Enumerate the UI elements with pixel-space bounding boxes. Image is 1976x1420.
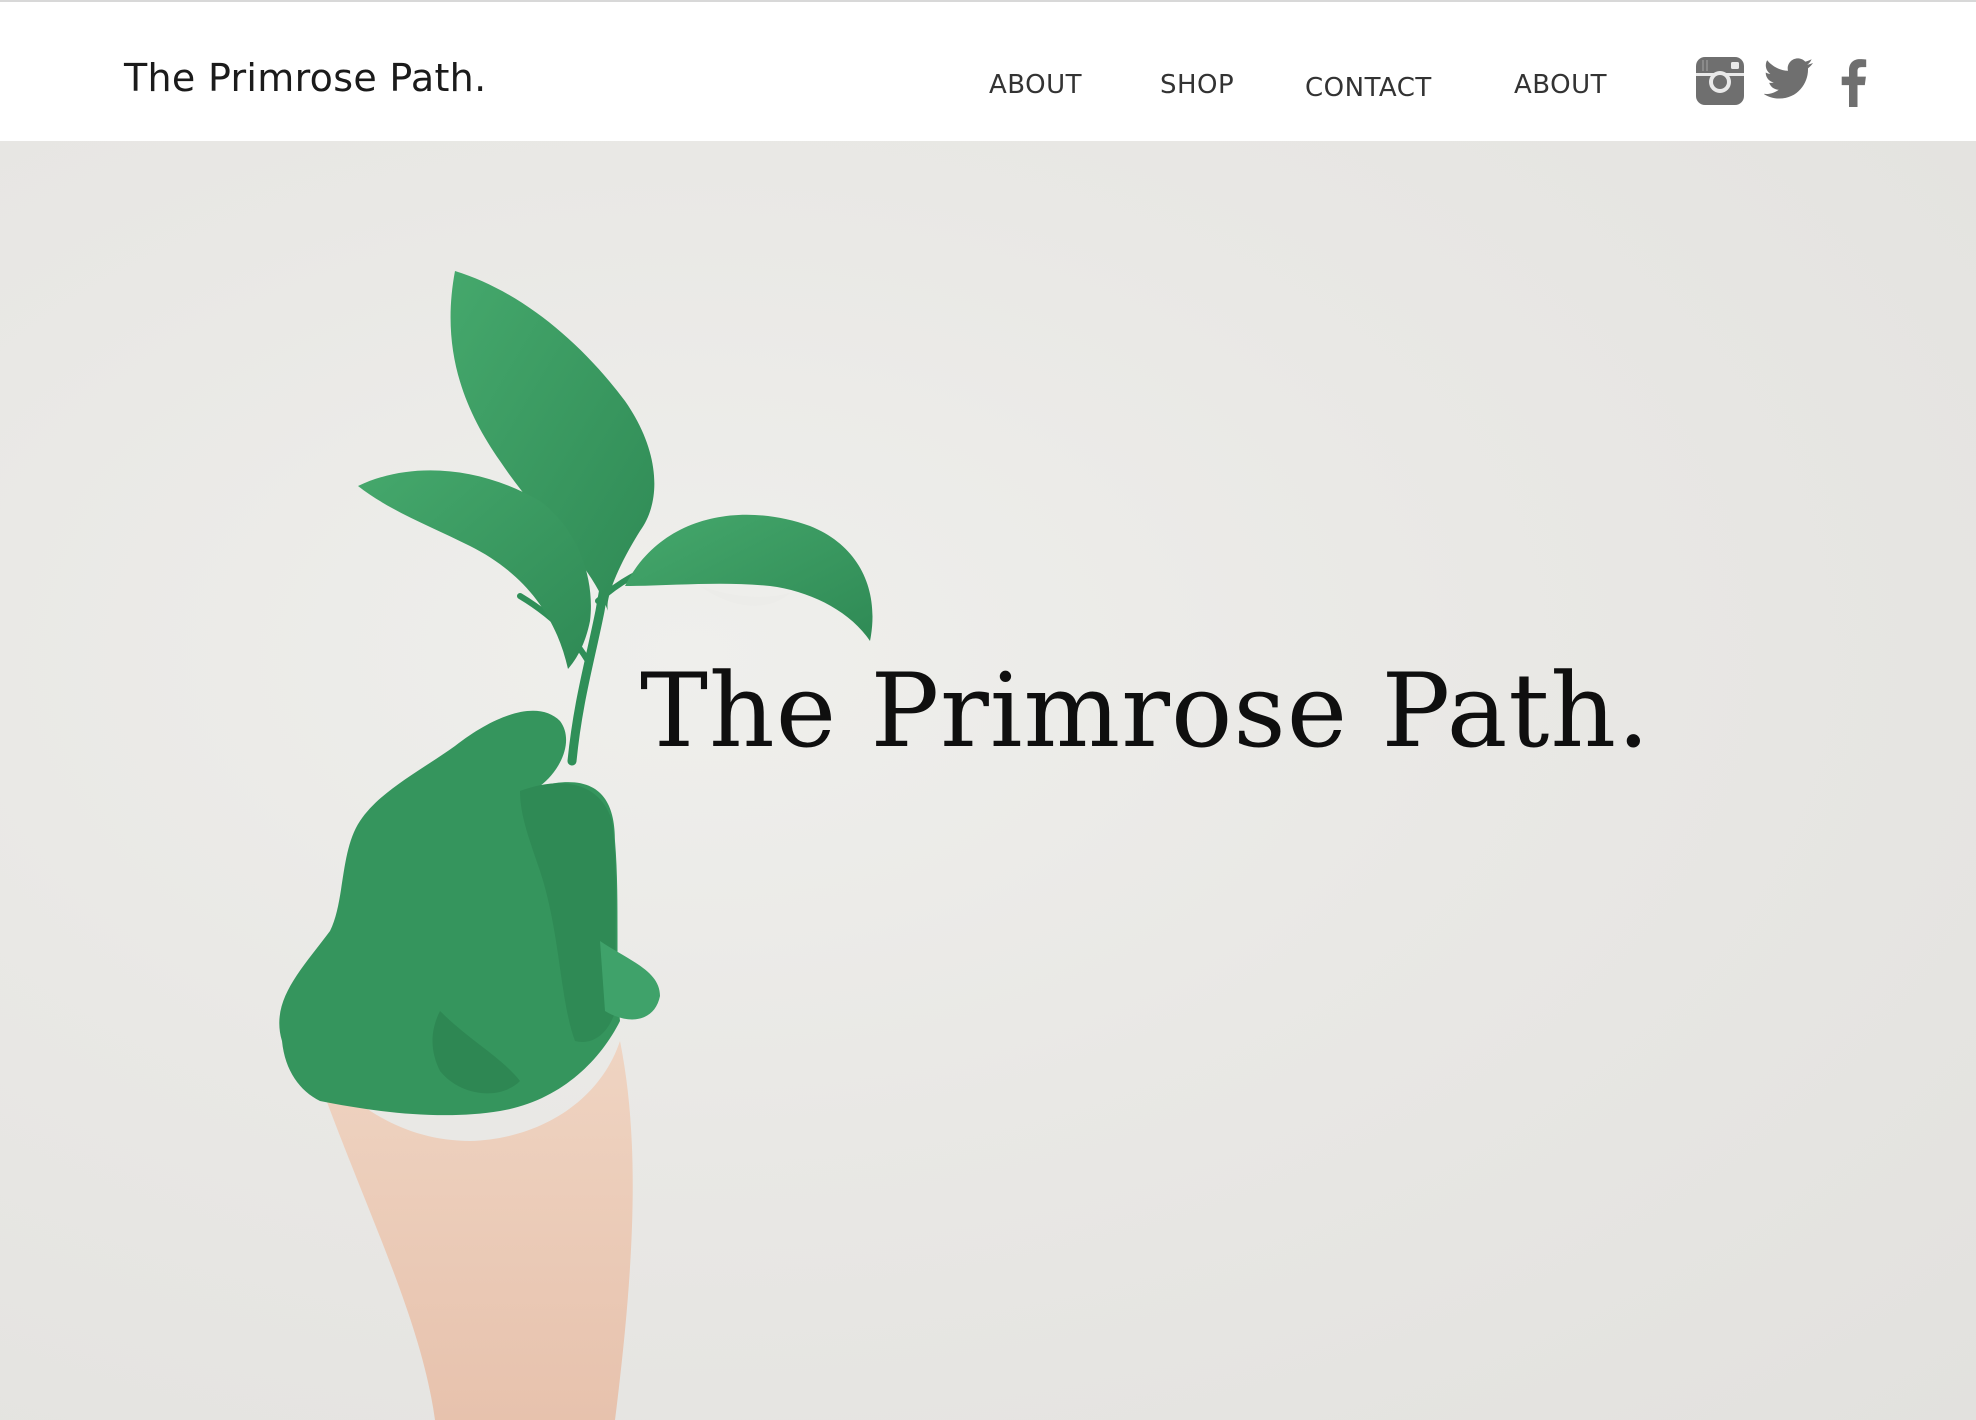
nav-link-contact[interactable]: CONTACT — [1305, 73, 1432, 103]
nav-link-about[interactable]: ABOUT — [989, 70, 1082, 100]
nav-link-shop[interactable]: SHOP — [1160, 70, 1234, 100]
twitter-icon[interactable] — [1764, 58, 1814, 100]
hero-section: The Primrose Path. — [0, 141, 1976, 1420]
instagram-icon[interactable] — [1695, 56, 1745, 106]
site-header: The Primrose Path. ABOUT SHOP CONTACT AB… — [0, 2, 1976, 141]
site-logo-text[interactable]: The Primrose Path. — [124, 56, 486, 100]
hero-title: The Primrose Path. — [640, 652, 1651, 771]
nav-link-about-2[interactable]: ABOUT — [1514, 70, 1607, 100]
hero-photo-hand-with-leaves — [279, 271, 873, 1420]
facebook-icon[interactable] — [1838, 59, 1868, 107]
